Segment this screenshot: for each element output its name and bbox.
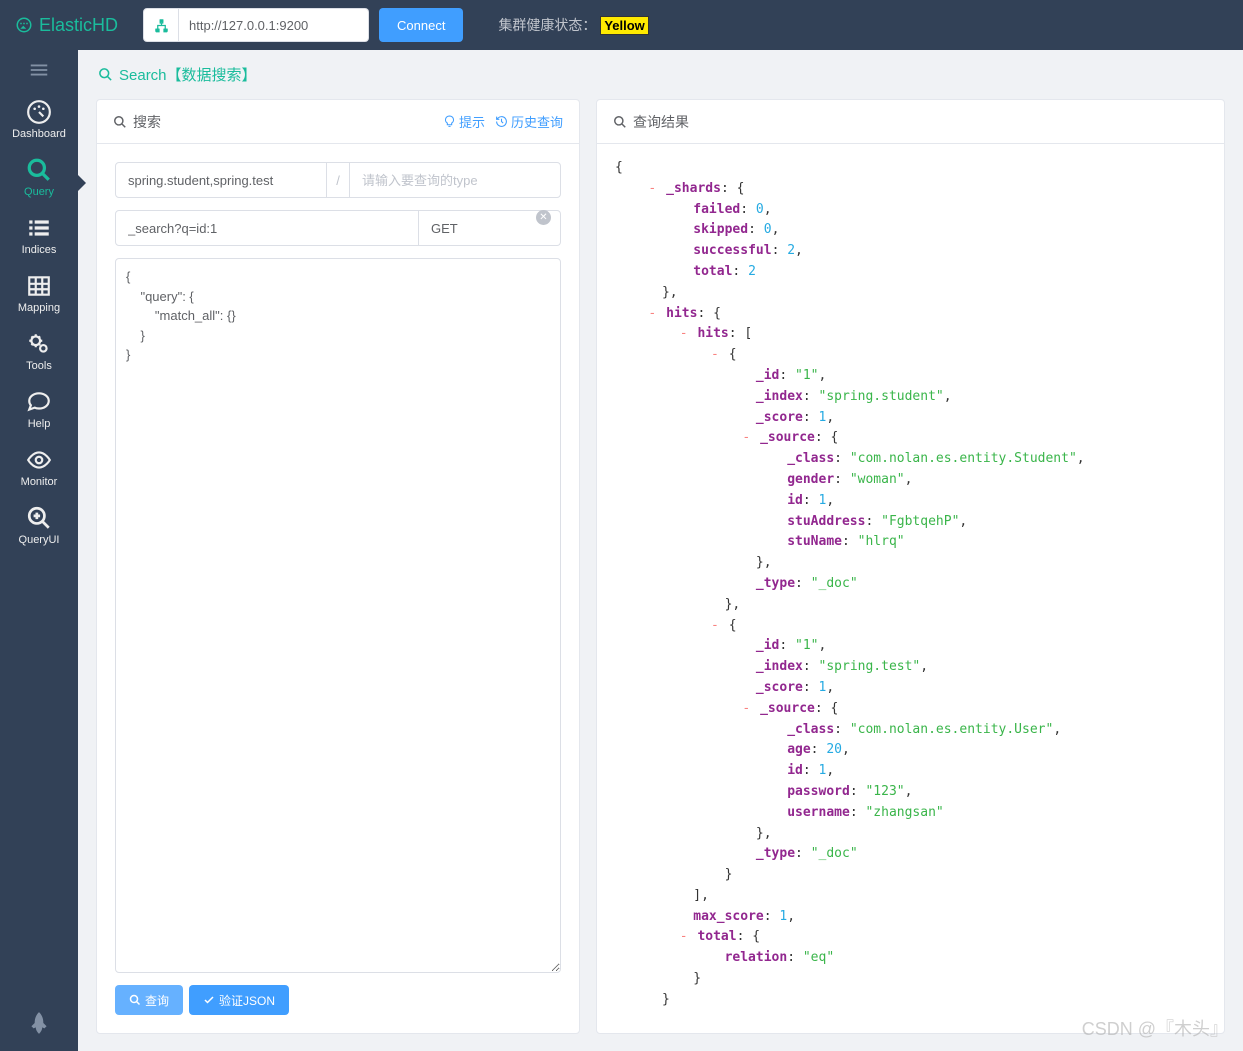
- page-title: Search【数据搜索】: [78, 50, 1243, 99]
- sidebar-active-chevron-icon: [78, 175, 86, 191]
- sitemap-icon: [154, 18, 169, 33]
- search-icon: [129, 994, 141, 1006]
- sidebar: Dashboard Query Indices Mapping Tools He…: [0, 50, 78, 1051]
- path-separator: /: [327, 162, 349, 198]
- sidebar-item-indices[interactable]: Indices: [0, 206, 78, 264]
- search-panel: 搜索 提示 历史查询 /: [96, 99, 580, 1034]
- type-input[interactable]: [349, 162, 561, 198]
- hint-link[interactable]: 提示: [443, 112, 485, 131]
- search-panel-body: / GET ✕ 查询: [97, 144, 579, 1033]
- sidebar-item-mapping[interactable]: Mapping: [0, 264, 78, 322]
- search-button[interactable]: 查询: [115, 985, 183, 1015]
- panels-row: 搜索 提示 历史查询 /: [78, 99, 1243, 1051]
- dashboard-icon: [15, 16, 33, 34]
- sidebar-item-label: Query: [24, 186, 54, 198]
- history-icon: [495, 115, 508, 128]
- check-icon: [203, 994, 215, 1006]
- health-label: 集群健康状态： Yellow: [498, 15, 648, 35]
- search-panel-title: 搜索: [113, 112, 161, 132]
- sidebar-item-label: Help: [28, 418, 51, 430]
- watermark: CSDN @『木头』: [1082, 1015, 1228, 1041]
- search-button-text: 查询: [145, 992, 169, 1009]
- sidebar-item-label: Monitor: [21, 476, 58, 488]
- health-status-badge: Yellow: [600, 16, 648, 35]
- sidebar-item-query[interactable]: Query: [0, 148, 78, 206]
- result-panel-header: 查询结果: [597, 100, 1224, 144]
- validate-json-button[interactable]: 验证JSON: [189, 985, 289, 1015]
- health-label-text: 集群健康状态：: [498, 17, 596, 33]
- top-header: ElasticHD Connect 集群健康状态： Yellow: [0, 0, 1243, 50]
- table-icon: [26, 273, 52, 299]
- sidebar-item-label: Indices: [22, 244, 57, 256]
- result-panel-title: 查询结果: [613, 112, 689, 132]
- connection-group: Connect: [143, 8, 463, 42]
- search-path-input[interactable]: [115, 210, 419, 246]
- search-icon: [26, 157, 52, 183]
- result-panel: 查询结果 { - _shards: { failed: 0, skipped: …: [596, 99, 1225, 1034]
- chat-icon: [26, 389, 52, 415]
- gears-icon: [26, 331, 52, 357]
- sidebar-item-queryui[interactable]: QueryUI: [0, 496, 78, 554]
- gauge-icon: [26, 99, 52, 125]
- bulb-icon: [443, 115, 456, 128]
- connection-url-input[interactable]: [179, 8, 369, 42]
- sidebar-item-label: Mapping: [18, 302, 60, 314]
- sidebar-item-tools[interactable]: Tools: [0, 322, 78, 380]
- search-plus-icon: [26, 505, 52, 531]
- page-title-text: Search【数据搜索】: [119, 64, 257, 85]
- search-panel-header: 搜索 提示 历史查询: [97, 100, 579, 144]
- history-link-text: 历史查询: [511, 112, 563, 131]
- connect-button[interactable]: Connect: [379, 8, 463, 42]
- eye-icon: [26, 447, 52, 473]
- menu-toggle-button[interactable]: [0, 50, 78, 90]
- validate-button-text: 验证JSON: [219, 992, 275, 1009]
- brand-logo: ElasticHD: [15, 15, 118, 36]
- hamburger-icon: [28, 59, 50, 81]
- sidebar-item-label: Tools: [26, 360, 52, 372]
- history-link[interactable]: 历史查询: [495, 112, 563, 131]
- content-area: Search【数据搜索】 搜索 提示 历史查询: [78, 50, 1243, 1051]
- query-body-textarea[interactable]: [115, 258, 561, 973]
- hint-link-text: 提示: [459, 112, 485, 131]
- rocket-icon: [0, 1010, 78, 1043]
- sidebar-item-monitor[interactable]: Monitor: [0, 438, 78, 496]
- search-icon: [98, 67, 113, 82]
- brand-text: ElasticHD: [39, 15, 118, 36]
- list-icon: [26, 215, 52, 241]
- search-icon: [613, 115, 627, 129]
- index-input[interactable]: [115, 162, 327, 198]
- search-panel-title-text: 搜索: [133, 112, 161, 132]
- sidebar-item-help[interactable]: Help: [0, 380, 78, 438]
- result-json-viewer[interactable]: { - _shards: { failed: 0, skipped: 0, su…: [597, 144, 1224, 1033]
- sidebar-item-label: Dashboard: [12, 128, 66, 140]
- sidebar-item-dashboard[interactable]: Dashboard: [0, 90, 78, 148]
- search-icon: [113, 115, 127, 129]
- sitemap-button[interactable]: [143, 8, 179, 42]
- result-panel-title-text: 查询结果: [633, 112, 689, 132]
- clear-icon[interactable]: ✕: [536, 210, 551, 225]
- sidebar-item-label: QueryUI: [19, 534, 60, 546]
